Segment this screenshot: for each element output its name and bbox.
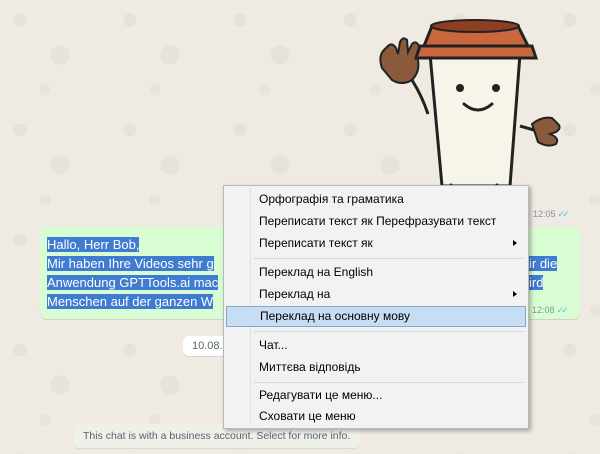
menu-item-rewrite-as[interactable]: Переписати текст як [226,233,526,254]
menu-item-spelling-grammar[interactable]: Орфографія та граматика [226,189,526,210]
menu-item-label: Орфографія та граматика [259,192,404,206]
hand-icon [519,116,561,147]
submenu-arrow-icon [513,240,517,246]
context-menu: Орфографія та граматика Переписати текст… [223,185,529,429]
message-timestamp: 12:08 ✓✓ [532,305,569,316]
menu-item-label: Переклад на English [259,265,374,279]
read-ticks-icon: ✓✓ [556,305,569,315]
menu-item-label: Миттєва відповідь [259,360,361,374]
menu-item-label: Редагувати це меню... [259,388,383,402]
menu-item-rephrase[interactable]: Переписати текст як Перефразувати текст [226,211,526,232]
sticker-time-text: 12:05 [533,209,556,219]
menu-item-label: Сховати це меню [259,409,356,423]
menu-item-label: Чат... [259,338,288,352]
menu-item-translate-to[interactable]: Переклад на [226,284,526,305]
coffee-cup-sticker[interactable] [372,6,572,196]
message-line: Menschen auf der ganzen W [47,294,214,309]
message-line: Mir haben Ihre Videos sehr g [47,256,214,271]
menu-separator [254,382,524,383]
menu-item-edit-menu[interactable]: Редагувати це меню... [226,385,526,406]
sticker-timestamp: 12:05 ✓✓ [533,209,570,220]
menu-item-translate-main-language[interactable]: Переклад на основну мову [226,306,526,327]
menu-separator [254,258,524,259]
menu-item-chat[interactable]: Чат... [226,335,526,356]
message-fragment-right: ir die ird [529,254,558,292]
menu-item-label: Переписати текст як Перефразувати текст [259,214,497,228]
submenu-arrow-icon [513,291,517,297]
menu-item-label: Переписати текст як [259,236,373,250]
read-ticks-icon: ✓✓ [557,209,570,219]
message-fragment: ird [529,275,544,290]
message-fragment: ir die [529,256,558,271]
menu-item-label: Переклад на [259,287,331,301]
menu-separator [254,331,524,332]
message-time-text: 12:08 [532,305,555,315]
menu-item-translate-english[interactable]: Переклад на English [226,262,526,283]
message-line: Hallo, Herr Bob, [47,237,140,252]
menu-item-label: Переклад на основну мову [260,309,411,323]
menu-item-instant-reply[interactable]: Миттєва відповідь [226,357,526,378]
message-line: Anwendung GPTTools.ai mac [47,275,219,290]
menu-item-hide-menu[interactable]: Сховати це меню [226,406,526,427]
